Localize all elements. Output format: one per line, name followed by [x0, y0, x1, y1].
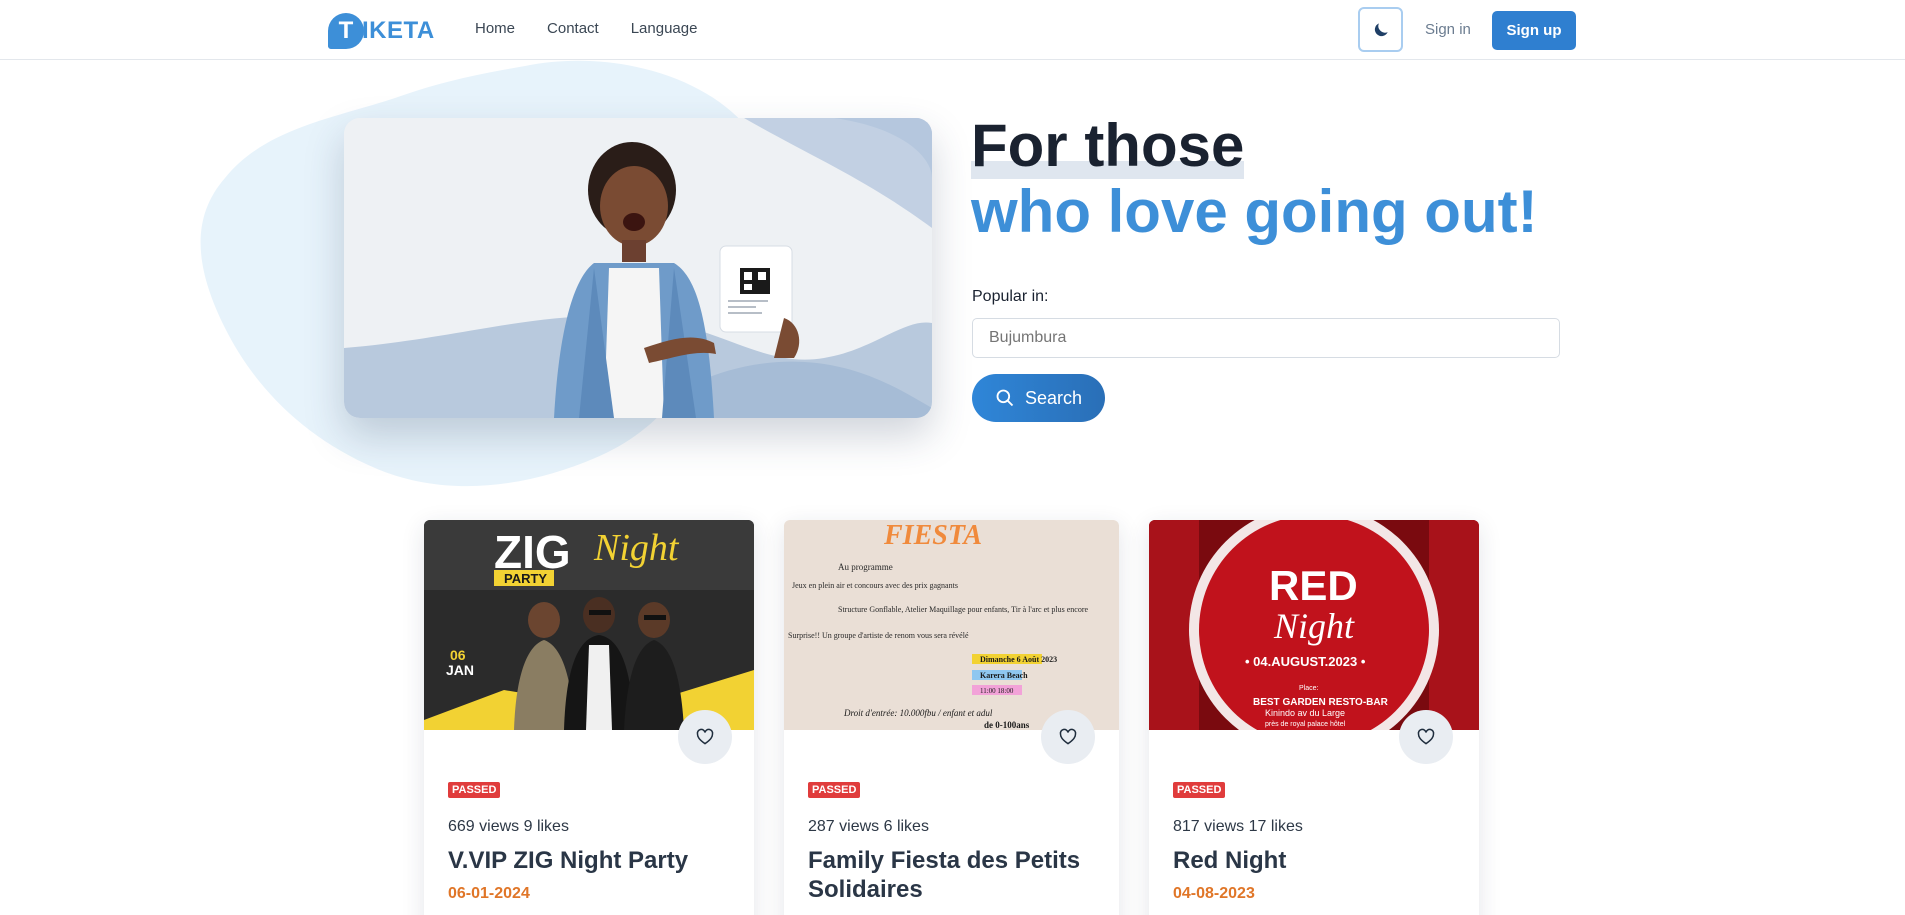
hero-illustration — [344, 118, 932, 418]
zig-night-poster: ZIG Night PARTY 06 JAN — [424, 520, 754, 730]
red-night-poster: RED Night • 04.AUGUST.2023 • Place: BEST… — [1149, 520, 1479, 730]
theme-toggle-button[interactable] — [1358, 7, 1403, 52]
nav-links: Home Contact Language — [475, 20, 729, 37]
logo-text: IKETA — [362, 17, 435, 44]
poster-ages-text: de 0-100ans — [984, 720, 1030, 730]
search-icon — [996, 389, 1014, 407]
poster-venue3-text: près de royal palace hôtel — [1265, 721, 1346, 728]
poster-venue2-text: Kinindo av du Large — [1265, 708, 1345, 718]
poster-line3: Surprise!! Un groupe d'artiste de renom … — [788, 631, 969, 640]
nav-home-link[interactable]: Home — [475, 20, 515, 37]
status-badge: PASSED — [448, 782, 501, 798]
poster-program-text: Au programme — [838, 562, 893, 572]
like-button[interactable] — [1041, 710, 1095, 764]
poster-when-text: Dimanche 6 Août 2023 — [980, 655, 1057, 664]
event-title[interactable]: Family Fiesta des Petits Solidaires — [808, 846, 1098, 904]
heart-icon — [696, 728, 714, 745]
poster-party-text: PARTY — [504, 571, 547, 586]
event-title[interactable]: V.VIP ZIG Night Party — [448, 846, 738, 875]
fiesta-poster: FIESTA Au programme Jeux en plein air et… — [784, 520, 1119, 730]
event-date: 06-01-2024 — [448, 885, 530, 902]
hero-title-line2: who love going out! — [971, 178, 1538, 245]
like-button[interactable] — [678, 710, 732, 764]
heart-icon — [1059, 728, 1077, 745]
nav-contact-link[interactable]: Contact — [547, 20, 599, 37]
hero-image — [344, 118, 932, 418]
poster-entry-text: Droit d'entrée: 10.000fbu / enfant et ad… — [843, 708, 993, 718]
event-stats: 287 views 6 likes — [808, 818, 929, 835]
event-date: 04-08-2023 — [1173, 885, 1255, 902]
signin-link[interactable]: Sign in — [1425, 21, 1471, 38]
poster-place-label: Place: — [1299, 685, 1319, 692]
logo[interactable]: T IKETA — [328, 12, 435, 50]
status-badge: PASSED — [1173, 782, 1226, 798]
poster-fiesta-text: FIESTA — [883, 520, 982, 551]
poster-day-text: 06 — [450, 647, 466, 663]
status-badge: PASSED — [808, 782, 861, 798]
event-stats: 669 views 9 likes — [448, 818, 569, 835]
nav-language-link[interactable]: Language — [631, 20, 698, 37]
poster-date-text: • 04.AUGUST.2023 • — [1245, 654, 1366, 669]
poster-where-text: Karera Beach — [980, 671, 1028, 680]
logo-mark: T — [328, 13, 364, 49]
poster-red-text: RED — [1269, 562, 1358, 609]
poster-night-word: Night — [1273, 606, 1355, 646]
poster-line2: Structure Gonflable, Atelier Maquillage … — [838, 605, 1088, 614]
event-poster: FIESTA Au programme Jeux en plein air et… — [784, 520, 1119, 730]
event-stats: 817 views 17 likes — [1173, 818, 1303, 835]
poster-month-text: JAN — [446, 662, 474, 678]
moon-icon — [1374, 22, 1388, 36]
hero-title-line1: For those — [971, 112, 1245, 180]
city-search-input[interactable] — [972, 318, 1560, 358]
hero-title-highlight: For those — [971, 112, 1245, 179]
poster-hours-text: 11:00 18:00 — [980, 687, 1014, 695]
poster-line1: Jeux en plein air et concours avec des p… — [792, 581, 958, 590]
event-title[interactable]: Red Night — [1173, 846, 1463, 875]
navbar: T IKETA Home Contact Language Sign in Si… — [0, 0, 1905, 60]
poster-venue-text: BEST GARDEN RESTO-BAR — [1253, 697, 1389, 708]
like-button[interactable] — [1399, 710, 1453, 764]
heart-icon — [1417, 728, 1435, 745]
page: T IKETA Home Contact Language Sign in Si… — [0, 0, 1905, 915]
poster-night-text: Night — [593, 527, 680, 569]
popular-label: Popular in: — [972, 288, 1049, 305]
search-button-label: Search — [1024, 387, 1083, 408]
signup-button[interactable]: Sign up — [1492, 11, 1576, 50]
event-poster: RED Night • 04.AUGUST.2023 • Place: BEST… — [1149, 520, 1479, 730]
search-button[interactable]: Search — [972, 374, 1105, 422]
event-poster: ZIG Night PARTY 06 JAN — [424, 520, 754, 730]
